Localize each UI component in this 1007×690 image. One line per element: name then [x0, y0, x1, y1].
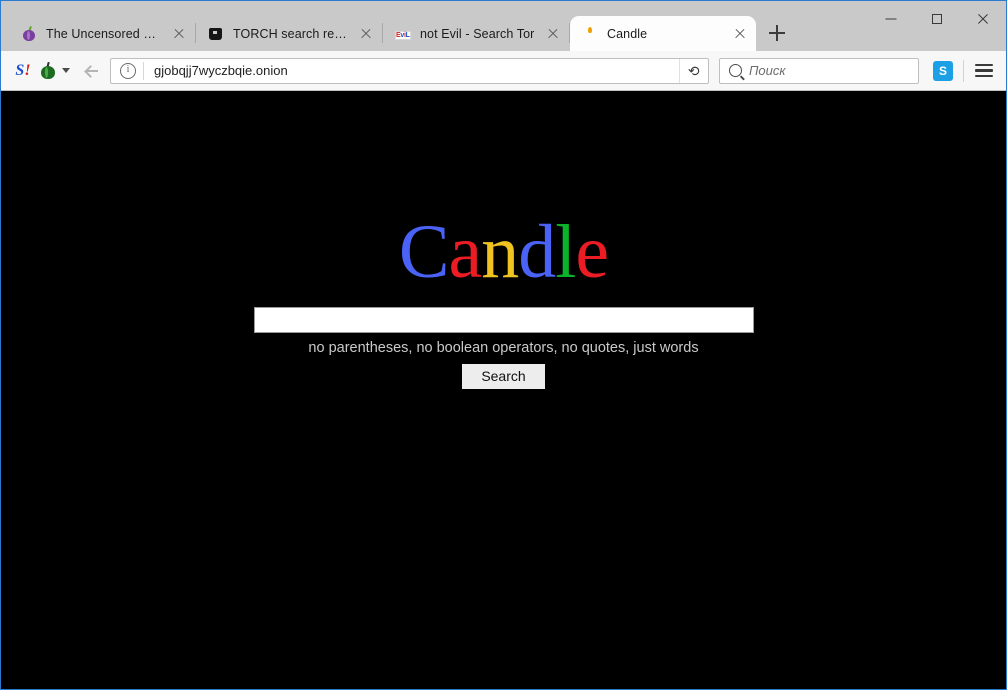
tab-title: not Evil - Search Tor [420, 26, 535, 41]
browser-search-bar[interactable]: Поиск [719, 57, 919, 84]
tab-torch-search-results[interactable]: TORCH search results f... [196, 16, 382, 51]
chevron-down-icon[interactable] [62, 68, 70, 73]
arrow-left-icon [84, 63, 99, 78]
navigation-toolbar: S! gjobqjj7wyczbqie.onion ⟳ Поиск S [1, 51, 1006, 91]
onion-icon [21, 25, 37, 42]
search-form: no parentheses, no boolean operators, no… [1, 307, 1006, 390]
tor-onion-icon[interactable] [37, 57, 59, 85]
tab-title: TORCH search results f... [233, 26, 352, 41]
tab-title: The Uncensored Hidde... [46, 26, 165, 41]
tab-title: Candle [607, 26, 648, 41]
browser-search-input[interactable]: Поиск [749, 63, 786, 78]
logo-letter-d: d [518, 210, 556, 294]
skype-extension-icon[interactable]: S [929, 57, 957, 85]
maximize-icon[interactable] [914, 1, 960, 37]
notevil-icon: EviL [395, 30, 411, 40]
logo-letter-c: C [398, 210, 450, 294]
s-label: S [15, 61, 25, 79]
s-shield-extension-icon[interactable]: S! [9, 57, 37, 85]
close-icon[interactable] [543, 24, 563, 44]
logo-letter-a: a [448, 210, 483, 294]
skype-label: S [933, 60, 953, 81]
close-window-icon[interactable] [960, 1, 1006, 37]
tab-not-evil-search-tor[interactable]: EviL not Evil - Search Tor [383, 16, 569, 51]
hamburger-menu-icon [975, 63, 993, 78]
logo-letter-l: l [555, 210, 576, 294]
candle-search-page: Candle no parentheses, no boolean operat… [1, 91, 1006, 390]
tab-the-uncensored-hidden[interactable]: The Uncensored Hidde... [9, 16, 195, 51]
tab-candle[interactable]: Candle [570, 16, 756, 51]
tab-strip: The Uncensored Hidde... TORCH search res… [1, 1, 1006, 51]
window-controls [868, 1, 1006, 37]
page-viewport: Candle no parentheses, no boolean operat… [1, 91, 1006, 689]
logo-letter-n: n [481, 210, 519, 294]
back-button[interactable] [76, 56, 106, 86]
browser-window: The Uncensored Hidde... TORCH search res… [0, 0, 1007, 690]
logo-letter-e: e [575, 210, 609, 294]
site-info-icon[interactable] [120, 62, 136, 79]
torch-icon [208, 26, 224, 42]
url-bar[interactable]: gjobqjj7wyczbqie.onion ⟳ [110, 57, 709, 84]
url-input[interactable]: gjobqjj7wyczbqie.onion [144, 63, 679, 78]
reload-button[interactable]: ⟳ [679, 58, 708, 83]
search-icon [729, 64, 742, 77]
candle-icon [582, 26, 598, 42]
search-button[interactable]: Search [462, 364, 545, 390]
candle-logo: Candle [1, 91, 1006, 290]
new-tab-button[interactable] [762, 18, 792, 48]
minimize-icon[interactable] [868, 1, 914, 37]
s-bang: ! [24, 61, 31, 79]
reload-icon: ⟳ [688, 62, 700, 79]
menu-button[interactable] [970, 57, 998, 85]
query-input[interactable] [253, 307, 754, 333]
close-icon[interactable] [730, 24, 750, 44]
tab-list: The Uncensored Hidde... TORCH search res… [9, 1, 792, 51]
toolbar-divider [963, 59, 964, 82]
close-icon[interactable] [356, 24, 376, 44]
close-icon[interactable] [169, 24, 189, 44]
search-hint: no parentheses, no boolean operators, no… [308, 340, 699, 356]
